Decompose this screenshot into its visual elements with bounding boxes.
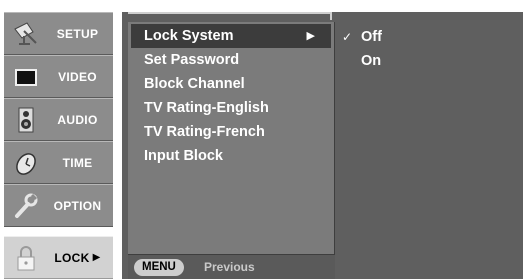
clock-icon [16, 153, 36, 175]
lock-menu-list: Lock System ▶ Set Password Block Channel… [128, 22, 335, 255]
menu-item-label: TV Rating-English [144, 100, 269, 116]
tab-label: AUDIO [57, 112, 98, 127]
tab-label: LOCK ▶ [44, 237, 111, 278]
menu-item-tv-rating-english[interactable]: TV Rating-English [128, 96, 334, 120]
speaker-icon [18, 107, 34, 133]
menu-item-label: Lock System [144, 28, 234, 44]
option-off[interactable]: ✓ Off [340, 25, 510, 49]
tab-video[interactable]: VIDEO [4, 55, 113, 98]
tab-label: SETUP [56, 26, 99, 41]
tab-label: OPTION [53, 198, 102, 213]
menu-item-lock-system[interactable]: Lock System ▶ [131, 24, 331, 48]
padlock-icon [17, 246, 35, 271]
option-on[interactable]: On [340, 49, 510, 73]
menu-button[interactable]: MENU [134, 259, 184, 276]
menu-item-block-channel[interactable]: Block Channel [128, 72, 334, 96]
tab-label: TIME [62, 155, 93, 170]
tab-label: VIDEO [58, 69, 97, 84]
panel-divider [330, 12, 332, 20]
check-icon: ✓ [342, 30, 353, 44]
menu-item-tv-rating-french[interactable]: TV Rating-French [128, 120, 334, 144]
lock-system-options: ✓ Off On [340, 25, 510, 73]
bottom-hint-bar: MENU Previous [128, 255, 335, 279]
tab-time[interactable]: TIME [4, 141, 113, 184]
screen-icon [15, 69, 37, 86]
tab-label-text: LOCK [54, 250, 90, 265]
menu-item-input-block[interactable]: Input Block [128, 144, 334, 168]
submenu-arrow-icon: ▶ [306, 30, 315, 42]
tab-option[interactable]: OPTION [4, 184, 113, 227]
tab-lock[interactable]: LOCK ▶ [4, 236, 113, 279]
category-tabs: SETUP VIDEO AUDIO TIME OPTION LOCK ▶ [0, 0, 113, 279]
wrench-icon [15, 193, 38, 218]
satellite-dish-icon [14, 22, 37, 45]
option-label: Off [361, 29, 382, 45]
previous-hint: Previous [204, 260, 255, 274]
tab-audio[interactable]: AUDIO [4, 98, 113, 141]
option-label: On [361, 53, 382, 69]
menu-item-label: Set Password [144, 52, 240, 68]
menu-item-label: TV Rating-French [144, 124, 265, 140]
tab-setup[interactable]: SETUP [4, 12, 113, 55]
panel-divider [128, 12, 332, 14]
menu-item-label: Input Block [144, 148, 223, 164]
menu-item-label: Block Channel [144, 76, 245, 92]
menu-item-set-password[interactable]: Set Password [128, 48, 334, 72]
submenu-arrow-icon: ▶ [92, 252, 101, 263]
